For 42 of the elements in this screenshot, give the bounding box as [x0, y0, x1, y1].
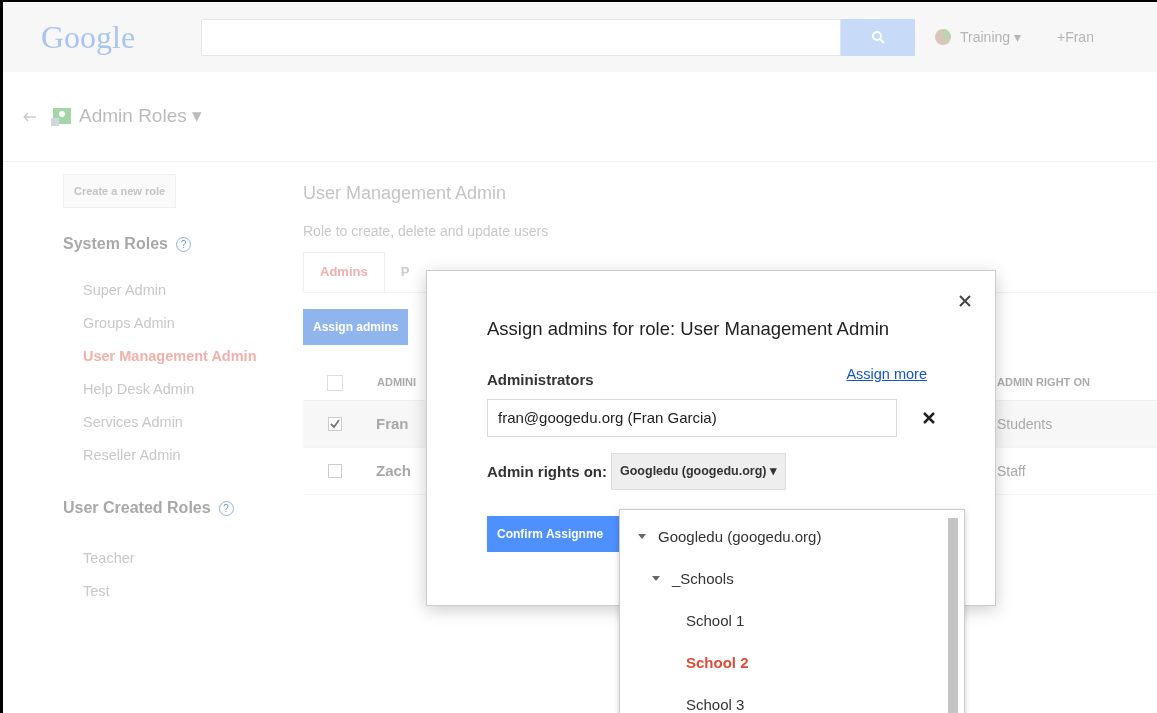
avatar-icon: [934, 28, 952, 46]
search-button[interactable]: [841, 18, 915, 56]
org-unit-item[interactable]: School 2: [686, 651, 749, 675]
account-menu[interactable]: Training ▾: [960, 26, 1021, 48]
column-header: ADMINI: [377, 375, 417, 391]
column-header: ADMIN RIGHT ON: [997, 375, 1091, 391]
administrator-field[interactable]: fran@googedu.org (Fran Garcia): [487, 399, 897, 438]
org-unit-item[interactable]: School 1: [686, 609, 745, 633]
section-heading: User Created Roles: [63, 498, 211, 518]
org-unit-dropdown[interactable]: Googledu (googedu.org) ▾: [611, 453, 786, 491]
back-arrow-icon[interactable]: [23, 111, 37, 122]
search-field[interactable]: [201, 18, 841, 56]
close-icon: [959, 295, 971, 307]
dialog-title: Assign admins for role: User Management Admin: [487, 317, 891, 341]
table-cell-text: Zach: [376, 460, 411, 481]
table-cell-text: Fran: [376, 413, 409, 434]
caret-icon[interactable]: [638, 534, 646, 540]
close-button[interactable]: [957, 293, 973, 309]
org-unit-item[interactable]: Googledu (googedu.org): [658, 525, 822, 549]
tab[interactable]: Admins: [303, 252, 385, 292]
assign-admins-button[interactable]: Assign admins: [303, 309, 409, 345]
caret-icon[interactable]: [652, 576, 660, 582]
select-all-checkbox[interactable]: [327, 374, 343, 391]
field-label: Admin rights on:: [487, 461, 607, 482]
scrollbar[interactable]: [948, 518, 958, 713]
section-heading: System Roles: [63, 234, 168, 254]
user-link[interactable]: +Fran: [1056, 26, 1094, 48]
assign-more-link[interactable]: Assign more: [846, 363, 927, 386]
search-icon: [871, 30, 885, 44]
row-checkbox[interactable]: [328, 417, 342, 431]
logo[interactable]: Google: [41, 13, 201, 61]
admin-roles-icon: [51, 107, 71, 126]
field-label: Administrators: [487, 369, 594, 390]
row-checkbox[interactable]: [328, 464, 342, 478]
org-unit-item[interactable]: School 3: [686, 693, 745, 713]
table-cell-text: Students: [997, 414, 1054, 434]
table-cell-text: Staff: [997, 461, 1027, 481]
remove-icon[interactable]: [923, 412, 935, 425]
role-link[interactable]: User Management Admin: [83, 340, 303, 373]
role-title: User Management Admin: [303, 182, 508, 205]
org-unit-item[interactable]: _Schools: [672, 567, 734, 591]
page-title[interactable]: Admin Roles ▾: [79, 102, 202, 131]
